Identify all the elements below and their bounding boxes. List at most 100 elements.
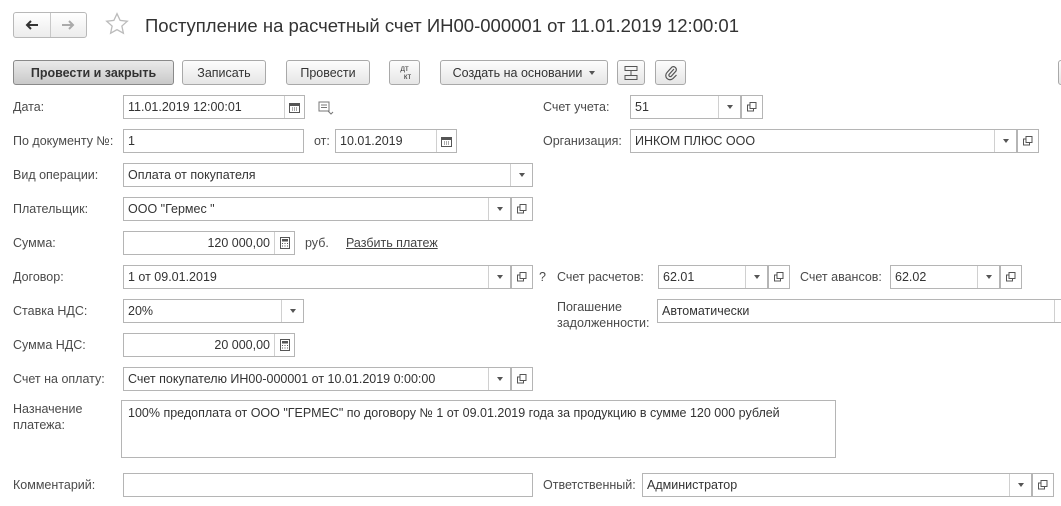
kt-label: кт [403, 71, 412, 81]
chevron-down-icon [726, 105, 733, 109]
org-dropdown[interactable] [994, 130, 1016, 152]
doc-from-value: 10.01.2019 [340, 134, 403, 148]
advance-open-button[interactable] [1000, 265, 1022, 289]
settle-label: Счет расчетов: [557, 270, 644, 284]
dt-kt-button[interactable]: дт кт [389, 60, 420, 85]
chevron-down-icon [518, 173, 525, 177]
invoice-field[interactable]: Счет покупателю ИН00-000001 от 10.01.201… [123, 367, 511, 391]
currency-label: руб. [305, 236, 329, 250]
op-type-dropdown[interactable] [510, 164, 532, 186]
account-value: 51 [635, 100, 649, 114]
arrow-right-icon [62, 20, 75, 30]
settle-open-button[interactable] [768, 265, 790, 289]
chevron-down-icon [589, 70, 596, 75]
responsible-dropdown[interactable] [1009, 474, 1031, 496]
calendar-icon[interactable] [436, 130, 456, 152]
invoice-value: Счет покупателю ИН00-000001 от 10.01.201… [128, 372, 436, 386]
invoice-open-button[interactable] [511, 367, 533, 391]
org-field[interactable]: ИНКОМ ПЛЮС ООО [630, 129, 1017, 153]
forward-button[interactable] [49, 13, 87, 37]
account-field[interactable]: 51 [630, 95, 741, 119]
contract-label: Договор: [13, 270, 64, 284]
open-icon [1038, 480, 1048, 490]
create-based-on-button[interactable]: Создать на основании [440, 60, 608, 85]
chevron-down-icon [1017, 483, 1024, 487]
org-label: Организация: [543, 134, 622, 148]
arrow-left-icon [25, 20, 38, 30]
repay-label-line2: задолженности: [557, 316, 650, 330]
calendar-icon[interactable] [284, 96, 304, 118]
repay-field[interactable]: Автоматически [657, 299, 1061, 323]
repay-label-line1: Погашение [557, 300, 622, 314]
vat-rate-field[interactable]: 20% [123, 299, 304, 323]
vat-sum-label: Сумма НДС: [13, 338, 86, 352]
responsible-label: Ответственный: [543, 478, 636, 492]
op-type-field[interactable]: Оплата от покупателя [123, 163, 533, 187]
open-icon [774, 272, 784, 282]
responsible-value: Администратор [647, 478, 738, 492]
payer-dropdown[interactable] [488, 198, 510, 220]
purpose-label-line2: платежа: [13, 418, 65, 432]
responsible-open-button[interactable] [1032, 473, 1054, 497]
settle-dropdown[interactable] [745, 266, 767, 288]
comment-value [124, 474, 532, 496]
payer-value: ООО "Гермес " [128, 202, 215, 216]
contract-dropdown[interactable] [488, 266, 510, 288]
contract-value: 1 от 09.01.2019 [128, 270, 217, 284]
op-type-label: Вид операции: [13, 168, 99, 182]
doc-no-field[interactable]: 1 [123, 129, 304, 153]
advance-field[interactable]: 62.02 [890, 265, 1000, 289]
op-type-value: Оплата от покупателя [128, 168, 256, 182]
chevron-down-icon [753, 275, 760, 279]
settle-value: 62.01 [663, 270, 695, 284]
open-icon [747, 102, 757, 112]
purpose-label-line1: Назначение [13, 402, 83, 416]
account-dropdown[interactable] [718, 96, 740, 118]
chevron-down-icon [1002, 139, 1009, 143]
settle-field[interactable]: 62.01 [658, 265, 768, 289]
comment-label: Комментарий: [13, 478, 96, 492]
back-button[interactable] [14, 13, 50, 37]
chevron-down-icon [496, 377, 503, 381]
structure-button[interactable] [617, 60, 645, 85]
comment-field[interactable] [123, 473, 533, 497]
contract-help-icon[interactable]: ? [539, 270, 546, 285]
payer-open-button[interactable] [511, 197, 533, 221]
doc-from-field[interactable]: 10.01.2019 [335, 129, 457, 153]
paperclip-icon [664, 65, 677, 80]
contract-open-button[interactable] [511, 265, 533, 289]
post-and-close-button[interactable]: Провести и закрыть [13, 60, 174, 85]
advance-label: Счет авансов: [800, 270, 882, 284]
doc-from-label: от: [314, 134, 330, 148]
sum-label: Сумма: [13, 236, 56, 250]
nav-group [13, 12, 87, 38]
sum-field[interactable]: 120 000,00 [123, 231, 295, 255]
save-button[interactable]: Записать [182, 60, 266, 85]
attach-button[interactable] [655, 60, 686, 85]
payer-field[interactable]: ООО "Гермес " [123, 197, 511, 221]
date-value: 11.01.2019 12:00:01 [128, 100, 242, 114]
vat-sum-field[interactable]: 20 000,00 [123, 333, 295, 357]
open-icon [1006, 272, 1016, 282]
responsible-field[interactable]: Администратор [642, 473, 1032, 497]
repay-dropdown[interactable] [1054, 300, 1061, 322]
split-payment-link[interactable]: Разбить платеж [346, 236, 438, 250]
contract-field[interactable]: 1 от 09.01.2019 [123, 265, 511, 289]
invoice-dropdown[interactable] [488, 368, 510, 390]
date-field[interactable]: 11.01.2019 12:00:01 [123, 95, 305, 119]
purpose-textarea[interactable]: 100% предоплата от ООО "ГЕРМЕС" по догов… [121, 400, 836, 458]
calculator-icon[interactable] [274, 334, 294, 356]
open-icon [517, 272, 527, 282]
org-value: ИНКОМ ПЛЮС ООО [635, 134, 756, 148]
account-open-button[interactable] [741, 95, 763, 119]
post-button[interactable]: Провести [286, 60, 370, 85]
vat-rate-dropdown[interactable] [281, 300, 303, 322]
favorite-star-icon[interactable] [104, 11, 130, 40]
account-label: Счет учета: [543, 100, 610, 114]
advance-dropdown[interactable] [977, 266, 999, 288]
history-icon[interactable] [318, 101, 334, 118]
calculator-icon[interactable] [274, 232, 294, 254]
invoice-label: Счет на оплату: [13, 372, 105, 386]
org-open-button[interactable] [1017, 129, 1039, 153]
open-icon [517, 204, 527, 214]
